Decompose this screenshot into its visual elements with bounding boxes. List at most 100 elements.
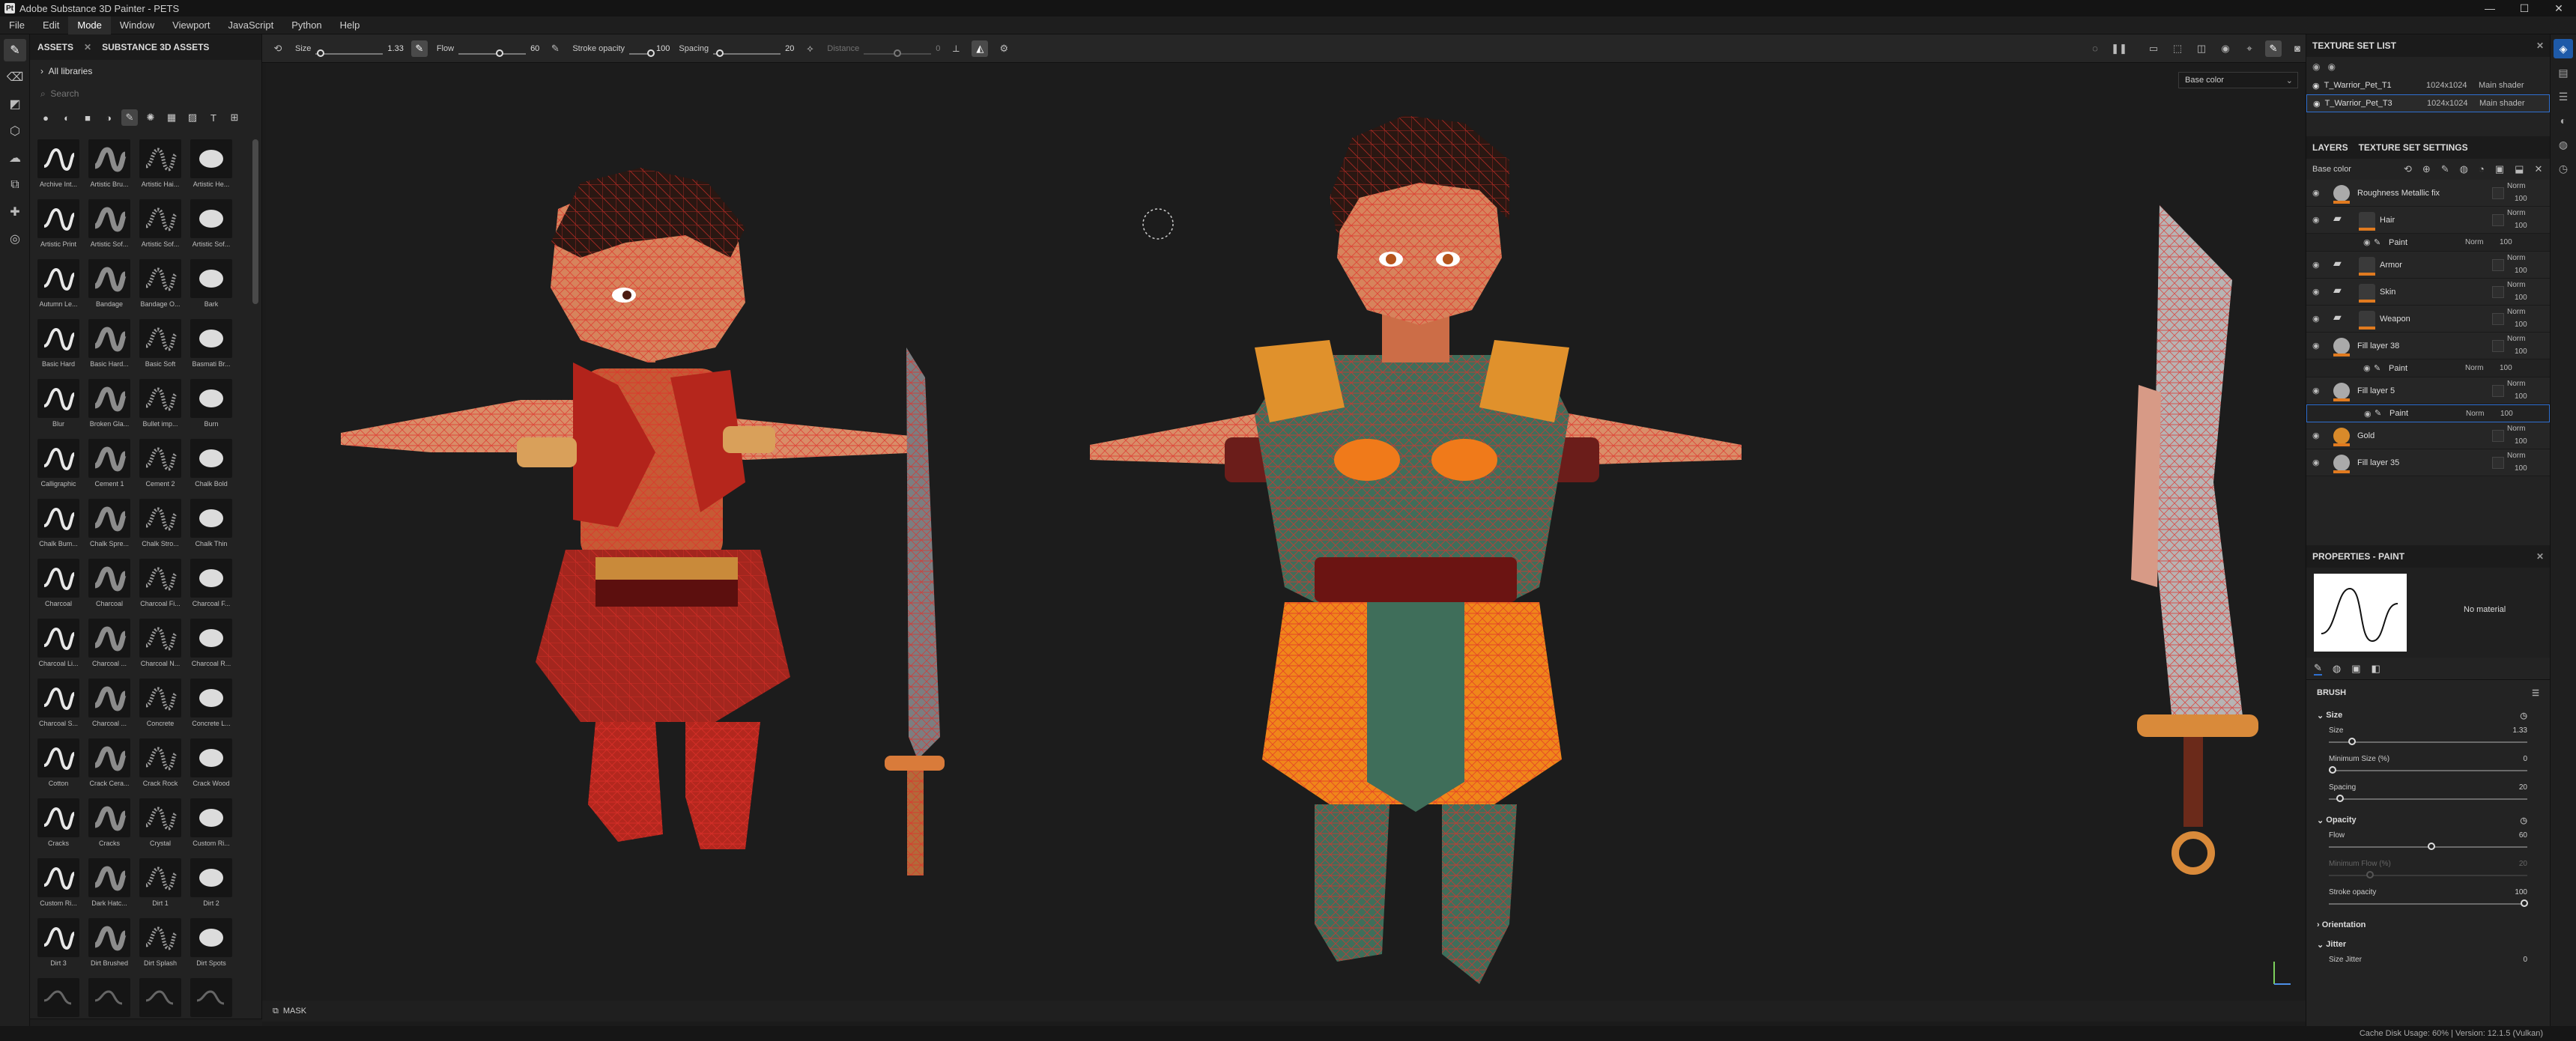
asset-item[interactable]: Cracks <box>33 798 84 849</box>
distance-slider-knob[interactable] <box>894 49 902 57</box>
layer-opacity[interactable]: 100 <box>2515 267 2527 275</box>
eye-icon[interactable]: ◉ <box>2312 314 2320 324</box>
asset-item[interactable]: Charcoal ... <box>84 679 135 729</box>
asset-item[interactable]: Bark <box>186 259 237 310</box>
search-field[interactable]: ⌕ Search <box>30 82 261 105</box>
projection-icon[interactable]: ◩ <box>4 93 26 115</box>
prop-min-flow-knob[interactable] <box>2366 871 2374 878</box>
close-icon[interactable]: ✕ <box>2536 40 2544 51</box>
layer-opacity[interactable]: 100 <box>2515 321 2527 329</box>
asset-item[interactable]: Charcoal F... <box>186 559 237 610</box>
layer-options-icon[interactable] <box>2492 187 2504 199</box>
close-button[interactable]: ✕ <box>2542 0 2576 16</box>
minimize-button[interactable]: — <box>2473 0 2507 16</box>
mask-filter-icon[interactable]: ■ <box>79 109 96 126</box>
character-left-model[interactable] <box>341 168 925 849</box>
prop-min-size-knob[interactable] <box>2329 766 2336 774</box>
sublayer-row[interactable]: ◉ ✎ Paint Norm 100 <box>2306 234 2550 252</box>
orientation-section[interactable]: › Orientation <box>2306 915 2550 935</box>
texture-set-shader[interactable]: Main shader <box>2479 81 2524 90</box>
prop-spacing-knob[interactable] <box>2336 795 2344 802</box>
close-icon[interactable]: ✕ <box>81 42 94 52</box>
particle-filter-icon[interactable]: ✺ <box>142 109 159 126</box>
flow-slider-knob[interactable] <box>496 49 504 57</box>
eye-icon[interactable]: ◉ <box>2313 99 2321 109</box>
blend-mode[interactable]: Norm <box>2465 238 2483 246</box>
asset-scrollbar[interactable] <box>252 139 258 304</box>
jitter-section[interactable]: ⌄ Jitter <box>2306 935 2550 954</box>
smart-material-filter-icon[interactable]: ◐ <box>58 109 75 126</box>
tab-assets[interactable]: ASSETS <box>30 42 81 52</box>
asset-item[interactable]: Custom Ri... <box>33 858 84 909</box>
flow-value[interactable]: 60 <box>530 44 539 53</box>
asset-item[interactable]: Dirt Splash <box>135 918 186 969</box>
layer-row[interactable]: ◉ Gold Norm 100 <box>2306 422 2550 449</box>
prop-min-flow-value[interactable]: 20 <box>2519 860 2527 868</box>
asset-item[interactable]: Dirt Spots <box>186 918 237 969</box>
asset-item[interactable]: Basic Hard... <box>84 319 135 370</box>
asset-item[interactable]: Chalk Spre... <box>84 499 135 550</box>
eye-icon[interactable]: ◉ <box>2363 363 2371 373</box>
asset-item[interactable]: Charcoal R... <box>186 619 237 670</box>
layer-opacity[interactable]: 100 <box>2500 410 2513 418</box>
eye-icon[interactable]: ◉ <box>2312 215 2320 225</box>
material-filter-icon[interactable]: ● <box>37 109 54 126</box>
asset-item[interactable]: Concrete <box>135 679 186 729</box>
texture-set-dock-icon[interactable]: ▤ <box>2554 63 2573 82</box>
layer-options-icon[interactable] <box>2492 430 2504 442</box>
prop-min-size-value[interactable]: 0 <box>2523 755 2527 763</box>
eye-icon[interactable]: ◉ <box>2312 341 2320 350</box>
asset-item[interactable]: Crack Rock <box>135 738 186 789</box>
asset-item[interactable]: Dirt 2 <box>186 858 237 909</box>
layer-mask-icon[interactable] <box>2359 283 2375 300</box>
reset-icon[interactable]: ◷ <box>2520 711 2527 720</box>
asset-item[interactable]: Charcoal N... <box>135 619 186 670</box>
size-section[interactable]: ⌄ Size ◷ <box>2306 705 2550 725</box>
lazy-mouse-icon[interactable]: ⟡ <box>801 40 818 57</box>
asset-item[interactable]: Basic Hard <box>33 319 84 370</box>
blend-mode[interactable]: Norm <box>2507 380 2525 388</box>
asset-item[interactable]: Chalk Bum... <box>33 499 84 550</box>
asset-item[interactable]: Chalk Thin <box>186 499 237 550</box>
layer-row[interactable]: ◉ ▰ Skin Norm 100 <box>2306 279 2550 306</box>
prop-flow-knob[interactable] <box>2428 843 2435 850</box>
history-dock-icon[interactable]: ◷ <box>2554 159 2573 178</box>
blend-mode[interactable]: Norm <box>2507 425 2525 433</box>
asset-item[interactable]: Burn <box>186 379 237 430</box>
spacing-slider[interactable] <box>713 49 781 57</box>
layer-row[interactable]: ◉ Roughness Metallic fix Norm 100 <box>2306 180 2550 207</box>
stroke-slider-knob[interactable] <box>647 49 655 57</box>
material-tab-icon[interactable]: ◍ <box>2333 663 2341 675</box>
layer-opacity[interactable]: 100 <box>2515 437 2527 446</box>
menu-window[interactable]: Window <box>111 19 163 31</box>
menu-javascript[interactable]: JavaScript <box>219 19 282 31</box>
wireframe-icon[interactable]: ✎ <box>2265 40 2282 57</box>
asset-item[interactable]: Artistic Sof... <box>135 199 186 250</box>
texture-set-row[interactable]: ◉ T_Warrior_Pet_T1 1024x1024 Main shader <box>2306 76 2550 94</box>
asset-item[interactable]: Crack Cera... <box>84 738 135 789</box>
asset-item[interactable]: Archive Int... <box>33 139 84 190</box>
size-value[interactable]: 1.33 <box>387 44 403 53</box>
layer-opacity[interactable]: 100 <box>2515 294 2527 302</box>
eye-icon[interactable]: ◉ <box>2312 431 2320 440</box>
eye-icon[interactable]: ◉ <box>2364 409 2372 419</box>
layer-row[interactable]: ◉ ▰ Hair Norm 100 <box>2306 207 2550 234</box>
reset-icon[interactable]: ◷ <box>2520 816 2527 825</box>
spacing-value[interactable]: 20 <box>785 44 794 53</box>
pen-pressure-flow-icon[interactable]: ✎ <box>547 40 563 57</box>
2d-view-icon[interactable]: ▭ <box>2145 40 2162 57</box>
clone-icon[interactable]: ⧉ <box>4 174 26 196</box>
layer-row[interactable]: ◉ Fill layer 38 Norm 100 <box>2306 333 2550 359</box>
prop-size-jitter-value[interactable]: 0 <box>2523 956 2527 964</box>
asset-item[interactable]: Calligraphic <box>33 439 84 490</box>
blend-mode[interactable]: Norm <box>2507 182 2525 190</box>
blend-mode[interactable]: Norm <box>2507 254 2525 262</box>
blend-mode[interactable]: Norm <box>2465 364 2483 372</box>
symmetry-icon[interactable]: ◭ <box>972 40 989 57</box>
asset-item[interactable]: Concrete L... <box>186 679 237 729</box>
layer-opacity[interactable]: 100 <box>2515 392 2527 401</box>
texture-set-row[interactable]: ◉ T_Warrior_Pet_T3 1024x1024 Main shader <box>2306 94 2550 112</box>
close-icon[interactable]: ✕ <box>2536 551 2544 562</box>
layer-opacity[interactable]: 100 <box>2500 364 2512 372</box>
eye-icon[interactable]: ◉ <box>2312 260 2320 270</box>
